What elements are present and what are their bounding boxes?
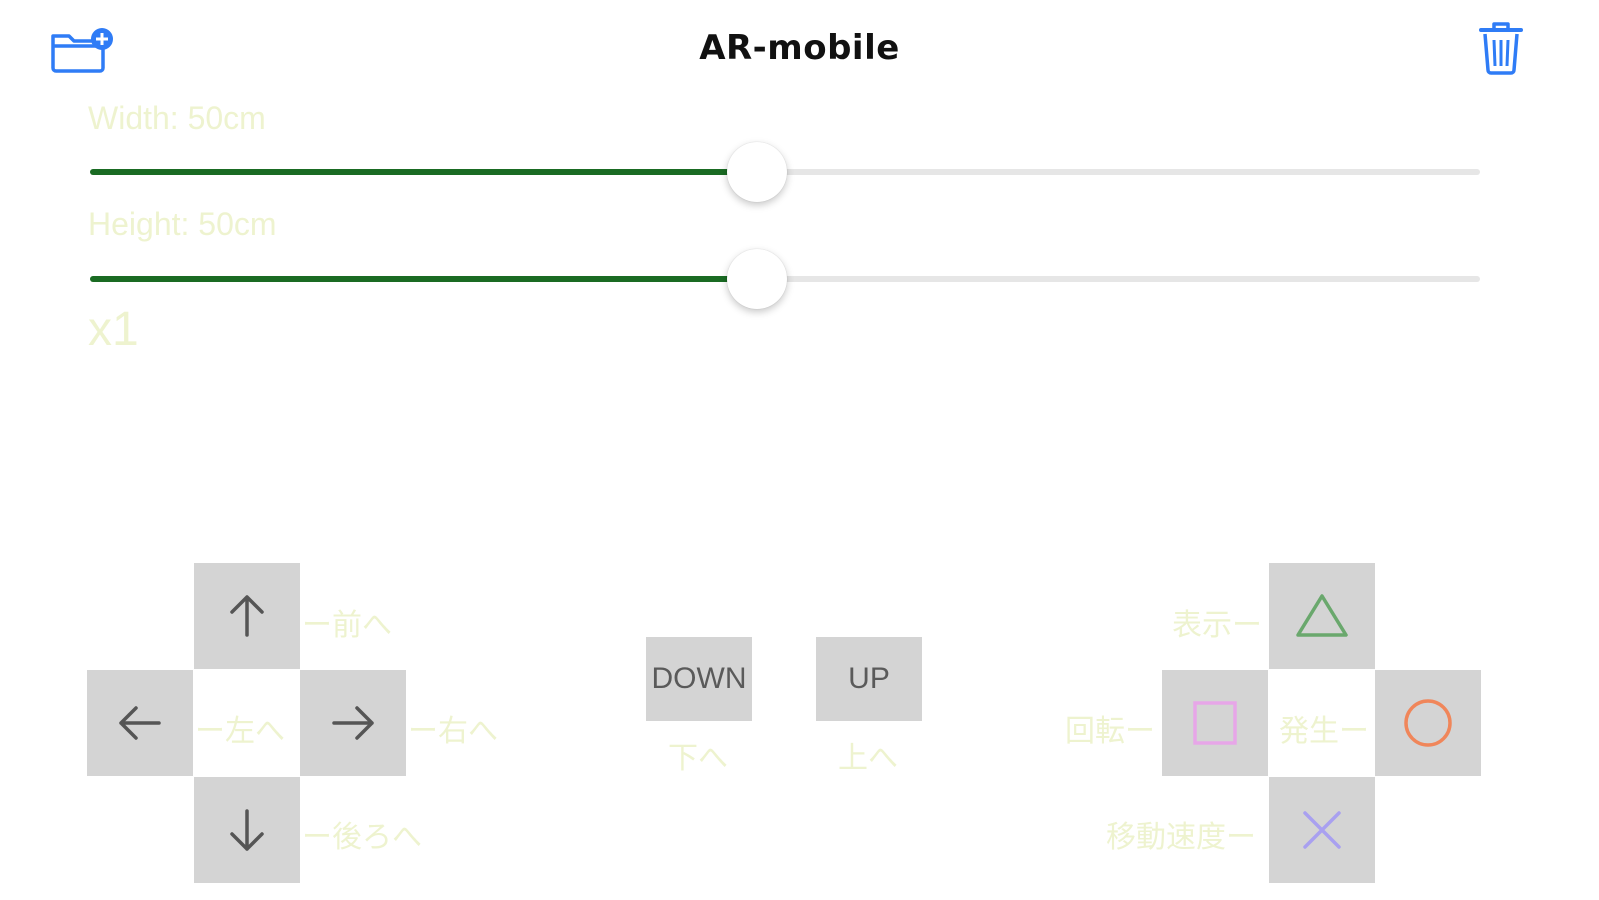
height-label: Height: 50cm <box>88 206 277 242</box>
move-down-button[interactable]: DOWN <box>646 637 752 721</box>
arrow-down-icon <box>230 809 264 851</box>
move-forward-label: ー前へ <box>302 608 392 643</box>
show-label: 表示ー <box>1172 608 1262 643</box>
move-speed-button[interactable] <box>1269 777 1375 883</box>
move-left-label: ー左へ <box>195 714 285 749</box>
width-slider-fill <box>90 169 758 175</box>
move-forward-button[interactable] <box>194 563 300 669</box>
trash-button[interactable] <box>1478 20 1524 76</box>
spawn-label: 発生ー <box>1279 714 1369 749</box>
arrow-up-icon <box>230 595 264 637</box>
move-up-button[interactable]: UP <box>816 637 922 721</box>
move-left-button[interactable] <box>87 670 193 776</box>
triangle-icon <box>1296 594 1348 637</box>
move-down-label: 下へ <box>668 741 728 776</box>
rotate-label: 回転ー <box>1065 714 1155 749</box>
height-slider[interactable] <box>90 249 1480 309</box>
arrow-right-icon <box>332 706 374 740</box>
circle-icon <box>1404 699 1452 747</box>
height-slider-thumb[interactable] <box>727 249 788 309</box>
trash-icon <box>1479 22 1523 75</box>
arrow-left-icon <box>119 706 161 740</box>
width-slider-thumb[interactable] <box>727 142 788 202</box>
move-back-label: ー後ろへ <box>302 820 422 855</box>
cross-icon <box>1303 811 1341 849</box>
move-speed-label: 移動速度ー <box>1106 820 1256 855</box>
rotate-button[interactable] <box>1162 670 1268 776</box>
move-up-label: 上へ <box>838 741 898 776</box>
square-icon <box>1193 701 1237 745</box>
spawn-button[interactable] <box>1375 670 1481 776</box>
height-slider-fill <box>90 276 758 282</box>
speed-multiplier: x1 <box>88 303 139 356</box>
width-label: Width: 50cm <box>88 100 266 136</box>
move-right-label: ー右へ <box>408 714 498 749</box>
page-title: AR-mobile <box>699 28 900 68</box>
width-slider[interactable] <box>90 142 1480 202</box>
move-back-button[interactable] <box>194 777 300 883</box>
show-button[interactable] <box>1269 563 1375 669</box>
move-right-button[interactable] <box>300 670 406 776</box>
